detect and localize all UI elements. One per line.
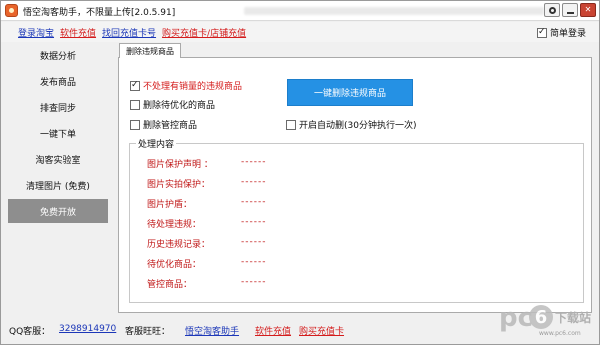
footer-buy-card-link[interactable]: 购买充值卡 (299, 324, 344, 337)
process-content-group: 处理内容 图片保护声明 ： ------ 图片实拍保护： ------ 图片护盾… (129, 137, 584, 303)
auto-delete-label: 开启自动删(30分钟执行一次) (299, 121, 417, 131)
option-skip-sold[interactable]: 不处理有销量的违规商品 (130, 79, 242, 92)
top-links: 登录淘宝 软件充值 找回充值卡号 购买充值卡/店铺充值 (18, 26, 246, 39)
wangwang-name-link[interactable]: 悟空淘客助手 (185, 324, 239, 337)
process-content-title: 处理内容 (136, 137, 177, 150)
qq-number-link[interactable]: 3298914970 (59, 324, 116, 334)
sidebar-item-publish[interactable]: 发布商品 (8, 69, 108, 93)
watermark-letters: pc (499, 303, 534, 333)
process-row-label: 待处理违规： (147, 220, 202, 230)
process-row-value: ------ (241, 237, 267, 247)
sidebar-item-clean-images[interactable]: 清理图片 (免费) (8, 173, 108, 197)
sidebar-nav: 数据分析 发布商品 排查同步 一键下单 淘客实验室 清理图片 (免费) 免费开放 (8, 43, 108, 313)
process-row-label: 图片保护声明 ： (147, 160, 213, 170)
sidebar-item-free-open[interactable]: 免费开放 (8, 199, 108, 223)
simple-login-label: 简单登录 (549, 29, 586, 39)
delete-violations-button[interactable]: 一键删除违规商品 (287, 79, 413, 106)
title-banner-area (244, 7, 544, 15)
watermark-cn: 下载站 (555, 311, 592, 325)
simple-login-checkbox[interactable] (536, 27, 547, 38)
gear-icon (545, 4, 559, 16)
delete-controlled-checkbox[interactable] (130, 119, 140, 130)
minimize-button[interactable] (562, 3, 578, 17)
footer-recharge-link[interactable]: 软件充值 (255, 324, 291, 337)
watermark-url: www.pc6.com (539, 330, 581, 337)
qq-support-label: QQ客服： (9, 327, 51, 337)
taobao-login-link[interactable]: 登录淘宝 (18, 26, 54, 39)
software-recharge-link[interactable]: 软件充值 (60, 26, 96, 39)
close-icon: ✕ (584, 5, 592, 14)
process-row-label: 待优化商品： (147, 260, 202, 270)
app-window: 悟空淘客助手，不限量上传[2.0.5.91] ✕ 登录淘宝 软件充值 找回充值卡… (0, 0, 600, 345)
sidebar-item-lab[interactable]: 淘客实验室 (8, 147, 108, 171)
option-auto-delete[interactable]: 开启自动删(30分钟执行一次) (286, 118, 416, 131)
process-row-value: ------ (241, 197, 267, 207)
process-row-value: ------ (241, 277, 267, 287)
delete-pending-checkbox[interactable] (130, 99, 140, 110)
auto-delete-checkbox[interactable] (286, 119, 296, 130)
top-link-bar: 登录淘宝 软件充值 找回充值卡号 购买充值卡/店铺充值 简单登录 (1, 22, 599, 42)
process-row-label: 管控商品： (147, 280, 193, 290)
process-row-label: 图片护盾： (147, 200, 193, 210)
sidebar-item-one-click-order[interactable]: 一键下单 (8, 121, 108, 145)
process-row-label: 图片实拍保护： (147, 180, 211, 190)
option-delete-controlled[interactable]: 删除管控商品 (130, 118, 197, 131)
skip-sold-checkbox[interactable] (130, 80, 140, 91)
recover-card-link[interactable]: 找回充值卡号 (102, 26, 156, 39)
window-title: 悟空淘客助手，不限量上传[2.0.5.91] (23, 8, 176, 18)
tab-delete-violations[interactable]: 删除违规商品 (119, 43, 181, 58)
tab-panel: 不处理有销量的违规商品 删除待优化的商品 删除管控商品 开启自动删(30分钟执行… (118, 57, 592, 313)
sidebar-item-data-analysis[interactable]: 数据分析 (8, 43, 108, 67)
title-bar[interactable]: 悟空淘客助手，不限量上传[2.0.5.91] ✕ (1, 1, 599, 21)
simple-login-toggle[interactable]: 简单登录 (536, 26, 586, 39)
app-logo-icon (5, 4, 18, 17)
sidebar-item-sync[interactable]: 排查同步 (8, 95, 108, 119)
settings-button[interactable] (544, 3, 560, 17)
process-row-value: ------ (241, 217, 267, 227)
skip-sold-label: 不处理有销量的违规商品 (143, 82, 243, 92)
process-row-label: 历史违规记录： (147, 240, 211, 250)
minimize-icon (563, 4, 577, 16)
process-row-value: ------ (241, 157, 267, 167)
option-delete-pending[interactable]: 删除待优化的商品 (130, 98, 215, 111)
buy-card-link[interactable]: 购买充值卡/店铺充值 (162, 26, 246, 39)
delete-pending-label: 删除待优化的商品 (143, 101, 216, 111)
delete-controlled-label: 删除管控商品 (143, 121, 198, 131)
close-button[interactable]: ✕ (580, 3, 596, 17)
process-row-value: ------ (241, 177, 267, 187)
wangwang-label: 客服旺旺： (125, 327, 171, 337)
window-controls: ✕ (544, 3, 596, 17)
process-row-value: ------ (241, 257, 267, 267)
watermark-digit: 6 (529, 305, 553, 329)
pc6-watermark: pc 6 下载站 www.pc6.com (499, 301, 595, 341)
